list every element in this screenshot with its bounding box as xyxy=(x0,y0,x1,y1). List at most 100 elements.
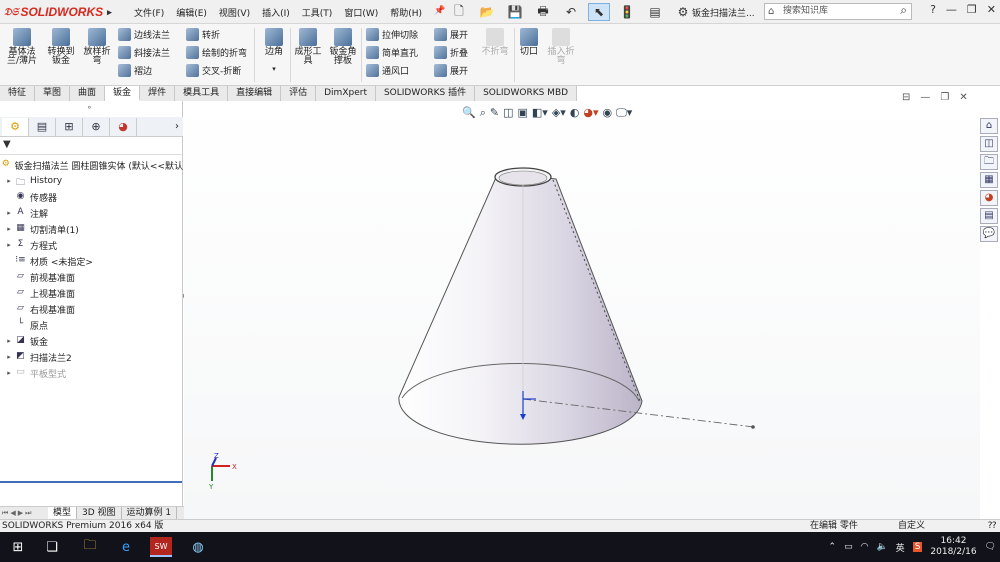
lofted-bend-button[interactable]: 放样折弯 xyxy=(80,28,114,66)
tree-item-swept-flange[interactable]: ▸ ◩ 扫描法兰2 xyxy=(0,349,183,365)
view-settings-icon[interactable]: 🖵▾ xyxy=(616,106,632,120)
dimxpert-manager-tab-icon[interactable]: ⊕ xyxy=(83,117,110,136)
print-icon[interactable]: 🖶 xyxy=(532,3,554,21)
corner-button[interactable]: 边角 ▾ xyxy=(260,28,288,74)
panel-grip-icon[interactable]: ⚬ xyxy=(86,103,93,112)
menu-insert[interactable]: 插入(I) xyxy=(262,6,290,19)
menu-file[interactable]: 文件(F) xyxy=(134,6,164,19)
next-tab-icon[interactable]: ▶ xyxy=(18,509,23,517)
rip-button[interactable]: 切口 xyxy=(518,28,540,57)
tray-chevron-up-icon[interactable]: ⌃ xyxy=(829,542,837,552)
first-tab-icon[interactable]: ⏮ xyxy=(2,509,8,518)
close-icon[interactable]: ✕ xyxy=(987,3,996,16)
zoom-to-fit-icon[interactable]: 🔍 xyxy=(462,106,476,120)
display-manager-tab-icon[interactable]: ◕ xyxy=(110,117,137,136)
tile-icon[interactable]: ⊟ xyxy=(902,92,910,103)
base-flange-button[interactable]: 基体法兰/薄片 xyxy=(4,28,40,66)
rollback-bar[interactable] xyxy=(0,481,182,483)
section-view-icon[interactable]: ◫ xyxy=(503,106,513,120)
undo-icon[interactable]: ↶ xyxy=(560,3,582,21)
home-icon[interactable]: ⌂ xyxy=(980,118,998,134)
battery-icon[interactable]: ▭ xyxy=(844,542,853,552)
tree-item-flat-pattern[interactable]: ▸ ▭ 平板型式 xyxy=(0,365,183,381)
display-style-icon[interactable]: ◈▾ xyxy=(552,106,566,120)
hem-button[interactable]: 褶边 xyxy=(118,64,152,77)
file-properties-icon[interactable]: ▤ xyxy=(644,3,666,21)
tree-item-annotations[interactable]: ▸ A 注解 xyxy=(0,205,183,221)
tree-item-cut-list[interactable]: ▸ ▦ 切割清单(1) xyxy=(0,221,183,237)
tab-mold-tools[interactable]: 模具工具 xyxy=(175,86,229,101)
extruded-cut-button[interactable]: 拉伸切除 xyxy=(366,28,418,41)
search-scope-icon[interactable]: ⌂ xyxy=(768,4,774,19)
viewport-close-icon[interactable]: ✕ xyxy=(959,92,967,103)
unfold-button[interactable]: 展开 xyxy=(434,28,468,41)
help-icon[interactable]: ? xyxy=(930,3,936,16)
miter-flange-button[interactable]: 斜接法兰 xyxy=(118,46,170,59)
appearances-icon[interactable]: ◕ xyxy=(980,190,998,206)
clock[interactable]: 16:42 2018/2/16 xyxy=(930,536,976,558)
pin-icon[interactable]: 📌 xyxy=(434,6,445,19)
tree-item-right-plane[interactable]: ▱ 右视基准面 xyxy=(0,301,183,317)
previous-view-icon[interactable]: ✎ xyxy=(490,106,499,120)
save-icon[interactable]: 💾 xyxy=(504,3,526,21)
minimize-icon[interactable]: — xyxy=(946,3,957,16)
tree-item-history[interactable]: ▸ 🗀 History xyxy=(0,173,183,189)
tree-item-material[interactable]: ⁝≡ 材质 <未指定> xyxy=(0,253,183,269)
edge-browser-icon[interactable]: e xyxy=(116,537,136,557)
view-orientation-icon[interactable]: ◧▾ xyxy=(532,106,548,120)
tree-item-sheetmetal[interactable]: ▸ ◪ 钣金 xyxy=(0,333,183,349)
restore-icon[interactable]: ❐ xyxy=(967,3,977,16)
forum-icon[interactable]: 💬 xyxy=(980,226,998,242)
tab-sheetmetal[interactable]: 钣金 xyxy=(105,86,141,101)
tab-mbd[interactable]: SOLIDWORKS MBD xyxy=(475,86,578,101)
tree-item-top-plane[interactable]: ▱ 上视基准面 xyxy=(0,285,183,301)
tree-item-front-plane[interactable]: ▱ 前视基准面 xyxy=(0,269,183,285)
insert-bends-button[interactable]: 插入折弯 xyxy=(544,28,578,66)
tree-filter[interactable]: ▼ xyxy=(0,139,183,155)
tree-item-origin[interactable]: └ 原点 xyxy=(0,317,183,333)
tab-weldments[interactable]: 焊件 xyxy=(140,86,176,101)
tab-dimxpert[interactable]: DimXpert xyxy=(316,86,376,101)
forming-tool-button[interactable]: 成形工具 xyxy=(292,28,324,66)
gear-icon[interactable]: ⚙ xyxy=(672,3,694,21)
custom-properties-icon[interactable]: ▤ xyxy=(980,208,998,224)
vent-button[interactable]: 通风口 xyxy=(366,64,409,77)
tab-surfaces[interactable]: 曲面 xyxy=(70,86,106,101)
tab-3d-views[interactable]: 3D 视图 xyxy=(77,507,122,519)
input-app-icon[interactable]: S xyxy=(912,542,923,552)
tab-features[interactable]: 特征 xyxy=(0,86,36,101)
tab-addins[interactable]: SOLIDWORKS 插件 xyxy=(375,86,476,101)
solidworks-logo[interactable]: 𝔇𝔖 SOLIDWORKS ▸ xyxy=(4,4,112,20)
solidworks-taskbar-icon[interactable]: SW xyxy=(150,537,172,557)
app-taskbar-icon[interactable]: ◍ xyxy=(188,537,208,557)
tab-motion-study[interactable]: 运动算例 1 xyxy=(122,507,178,519)
search-input[interactable]: ⌂ 搜索知识库 ⌕ xyxy=(764,3,912,20)
edge-flange-button[interactable]: 边线法兰 xyxy=(118,28,170,41)
apply-scene-icon[interactable]: ◉ xyxy=(603,106,613,120)
tab-direct-editing[interactable]: 直接编辑 xyxy=(228,86,282,101)
menu-window[interactable]: 窗口(W) xyxy=(344,6,378,19)
no-bends-button[interactable]: 不折弯 xyxy=(478,28,512,57)
cross-break-button[interactable]: 交叉-折断 xyxy=(186,64,241,77)
view-triad[interactable]: Z X Y xyxy=(208,452,237,491)
wifi-icon[interactable]: ◠ xyxy=(861,542,869,552)
simple-hole-button[interactable]: 简单直孔 xyxy=(366,46,418,59)
tab-evaluate[interactable]: 评估 xyxy=(281,86,317,101)
chevron-right-icon[interactable]: › xyxy=(175,121,183,132)
file-explorer-icon[interactable]: 🗀 xyxy=(980,154,998,170)
property-manager-tab-icon[interactable]: ▤ xyxy=(29,117,56,136)
tree-item-equations[interactable]: ▸ Σ 方程式 xyxy=(0,237,183,253)
menu-help[interactable]: 帮助(H) xyxy=(390,6,422,19)
tree-root[interactable]: ⚙ 钣金扫描法兰 圆柱圆锥实体 (默认<<默认 xyxy=(0,157,183,173)
prev-tab-icon[interactable]: ◀ xyxy=(10,509,15,517)
appearance-icon[interactable]: ◕▾ xyxy=(583,106,598,120)
view-palette-icon[interactable]: ▦ xyxy=(980,172,998,188)
design-library-icon[interactable]: ◫ xyxy=(980,136,998,152)
viewport-minimize-icon[interactable]: — xyxy=(920,92,930,103)
hide-show-items-icon[interactable]: ◐ xyxy=(570,106,580,120)
file-explorer-taskbar-icon[interactable]: 🗀 xyxy=(80,537,100,557)
flatten-button[interactable]: 展开 xyxy=(434,64,468,77)
status-help-icon[interactable]: ⁇ xyxy=(988,520,996,532)
new-document-icon[interactable]: 🗋 xyxy=(448,3,470,21)
notification-icon[interactable]: 🗨 xyxy=(985,542,996,552)
